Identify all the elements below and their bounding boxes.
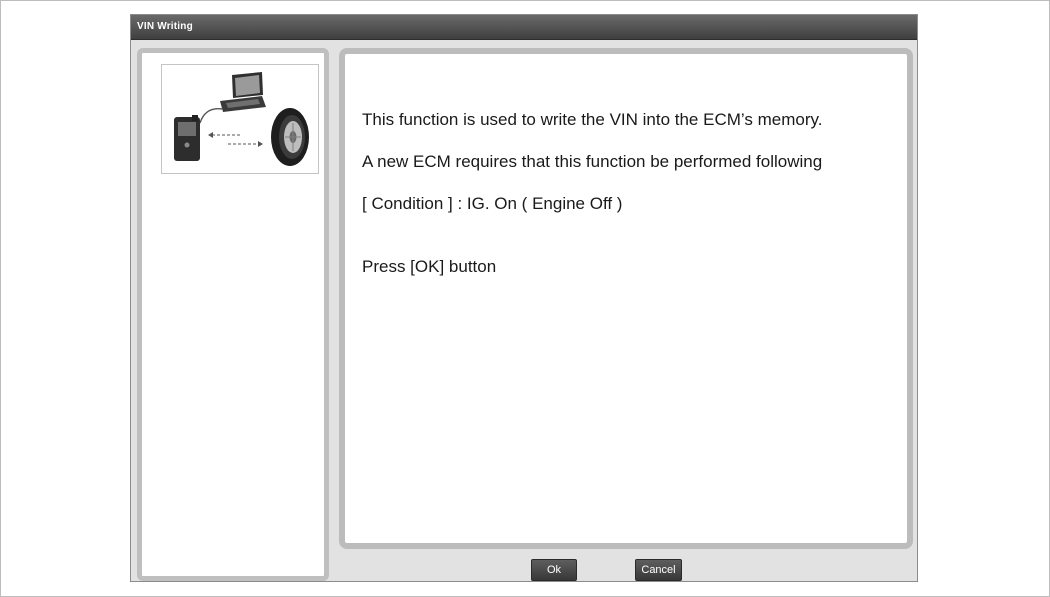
left-panel [137, 48, 329, 581]
message-line-1: This function is used to write the VIN i… [362, 110, 823, 129]
data-transfer-arrows-icon [208, 132, 263, 147]
cancel-button[interactable]: Cancel [635, 559, 682, 581]
dialog-title: VIN Writing [137, 21, 193, 32]
laptop-icon [220, 72, 266, 112]
cable-icon [199, 108, 223, 124]
message-line-2: A new ECM requires that this function be… [362, 152, 823, 171]
message-line-3: [ Condition ] : IG. On ( Engine Off ) [362, 194, 623, 213]
title-bar[interactable]: VIN Writing [131, 15, 917, 40]
message-line-4: Press [OK] button [362, 257, 497, 276]
message-panel: This function is used to write the VIN i… [339, 48, 913, 549]
vin-writing-dialog: VIN Writing This function is used to wri… [130, 14, 918, 582]
scan-tool-icon [174, 115, 200, 161]
tire-icon [271, 108, 309, 166]
connection-illustration [161, 64, 319, 174]
ok-button[interactable]: Ok [531, 559, 577, 581]
